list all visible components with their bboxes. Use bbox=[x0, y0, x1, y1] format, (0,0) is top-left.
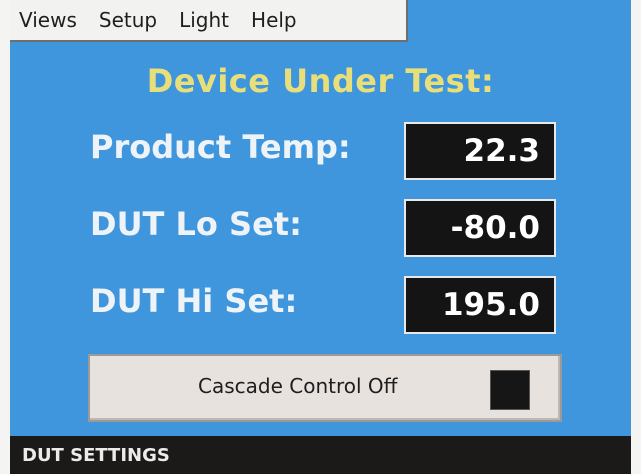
cascade-control-label: Cascade Control Off bbox=[198, 374, 398, 398]
menu-help[interactable]: Help bbox=[240, 0, 308, 40]
dut-settings-screen: Views Setup Light Help Device Under Test… bbox=[10, 0, 631, 474]
dut-hi-set-value[interactable]: 195.0 bbox=[404, 276, 556, 334]
dut-lo-set-value[interactable]: -80.0 bbox=[404, 199, 556, 257]
status-bar: DUT SETTINGS bbox=[10, 436, 631, 474]
dut-hi-set-label: DUT Hi Set: bbox=[90, 282, 298, 320]
menu-setup[interactable]: Setup bbox=[88, 0, 168, 40]
menu-views[interactable]: Views bbox=[10, 0, 88, 40]
dut-lo-set-label: DUT Lo Set: bbox=[90, 205, 302, 243]
status-text: DUT SETTINGS bbox=[22, 445, 170, 466]
cascade-status-indicator bbox=[490, 370, 530, 410]
product-temp-value[interactable]: 22.3 bbox=[404, 122, 556, 180]
page-title: Device Under Test: bbox=[146, 62, 495, 100]
menu-bar: Views Setup Light Help bbox=[10, 0, 408, 42]
menu-light[interactable]: Light bbox=[168, 0, 240, 40]
product-temp-label: Product Temp: bbox=[90, 128, 351, 166]
cascade-control-button[interactable]: Cascade Control Off bbox=[88, 354, 562, 422]
